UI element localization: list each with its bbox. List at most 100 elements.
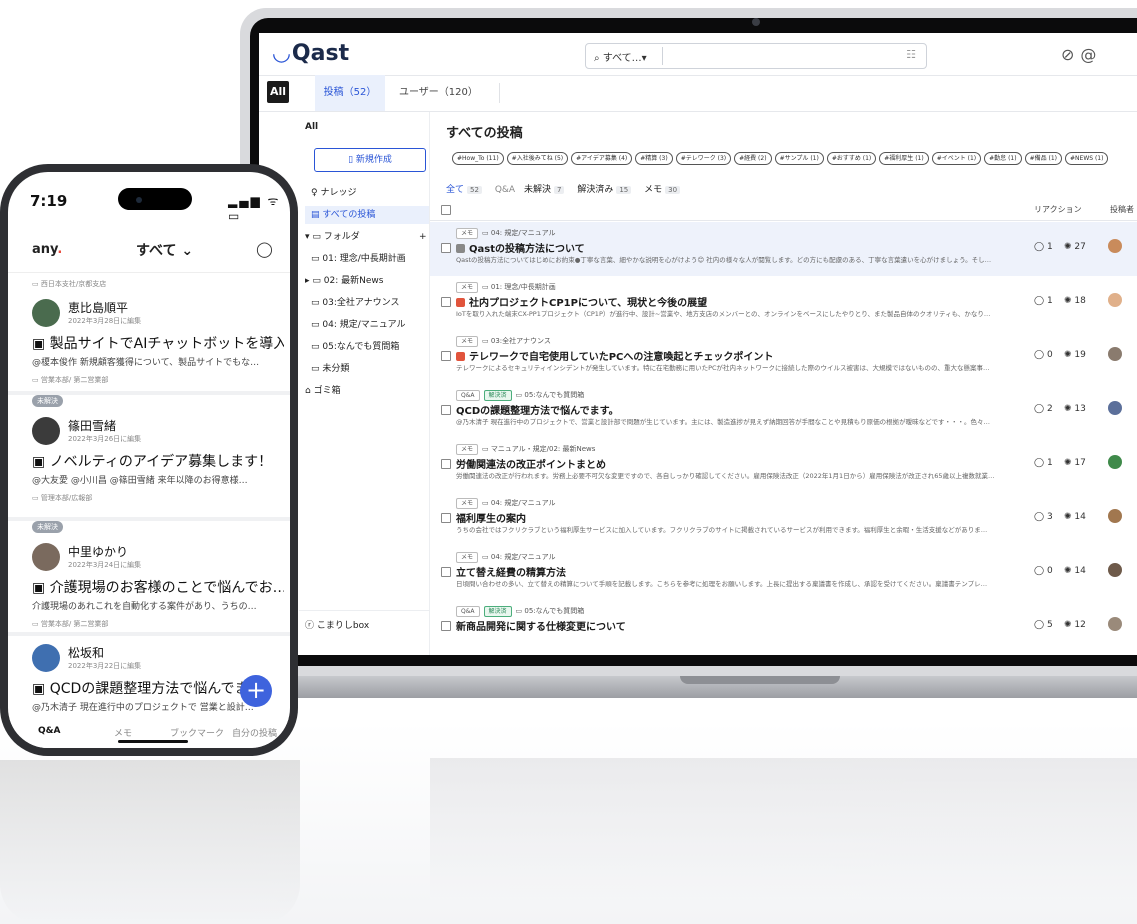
tag-chip[interactable]: #備品 (1) [1024,152,1063,165]
comment-icon: ◯ [1034,458,1047,468]
post-row[interactable]: メモ ▭ 01: 理念/中長期計画 社内プロジェクトCP1Pについて、現状と今後の展… [430,276,1137,330]
tag-chip[interactable]: #入社後みてね (5) [506,152,569,165]
folder-icon: ▭ [312,232,324,242]
add-post-fab[interactable]: + [240,675,272,707]
post-title[interactable]: 立て替え経費の精算方法 [456,564,566,579]
author-avatar[interactable] [1108,617,1122,631]
feed-title[interactable]: ▣ 介護現場のお客様のことで悩んでお… [32,577,284,597]
select-all-checkbox[interactable] [441,205,451,215]
post-row[interactable]: メモ ▭ 04: 規定/マニュアル 立て替え経費の精算方法 日頃問い合わせの多い、立て… [430,546,1137,600]
post-row[interactable]: Q&A 解決済 ▭ 05:なんでも質問箱 新商品開発に関する仕様変更について ◯ 5 ✺ … [430,600,1137,654]
post-type-badge: メモ [456,228,479,239]
author-avatar[interactable] [1108,563,1122,577]
filter-all[interactable]: 全て [446,185,464,195]
workspace-all-button[interactable]: All [267,81,289,103]
new-post-button[interactable]: ▯ 新規作成 [314,148,426,172]
search-icon[interactable]: ◯ [256,240,273,258]
notification-icon[interactable]: ⊘ [1061,45,1080,64]
comment-icon: ◯ [1034,350,1047,360]
post-checkbox[interactable] [441,351,451,361]
author-avatar[interactable] [1108,455,1122,469]
tab-posts[interactable]: 投稿（52） [315,75,385,111]
filter-unsolved[interactable]: 未解決 [524,185,551,195]
filter-count: 7 [553,186,565,194]
sidebar-item-trash[interactable]: ⌂ ゴミ箱 [305,382,341,400]
folder-icon: ▭ [482,553,491,561]
avatar[interactable] [32,644,60,672]
nav-my-posts[interactable]: 自分の投稿 [232,726,277,739]
filter-memo[interactable]: メモ [644,185,662,195]
scope-select[interactable]: すべて ⌄ [136,240,193,260]
tag-chip[interactable]: #アイデア募集 (4) [571,152,633,165]
feed-excerpt: @大友愛 @小川昌 @篠田雪緒 来年以降のお得意様… [32,476,248,486]
post-title[interactable]: 労働関連法の改正ポイントまとめ [456,456,606,471]
author-avatar[interactable] [1108,347,1122,361]
post-checkbox[interactable] [441,459,451,469]
sidebar-item-folder-03[interactable]: ▭ 03:全社アナウンス [311,294,400,312]
post-title[interactable]: テレワークで自宅使用していたPCへの注意喚起とチェックポイント [456,348,773,363]
post-title[interactable]: 新商品開発に関する仕様変更について [456,618,626,633]
post-title[interactable]: Qastの投稿方法について [456,240,585,255]
tag-chip[interactable]: #How_To (11) [452,152,504,165]
filter-solved[interactable]: 解決済み [577,185,613,195]
tag-chip[interactable]: #サンプル (1) [774,152,824,165]
sidebar-item-folder-05[interactable]: ▭ 05:なんでも質問箱 [311,338,399,356]
tab-users[interactable]: ユーザー（120） [399,75,478,111]
post-row[interactable]: メモ ▭ 03:全社アナウンス テレワークで自宅使用していたPCへの注意喚起とチェッ… [430,330,1137,384]
post-title[interactable]: QCDの課題整理方法で悩んでます。 [456,402,619,417]
post-title[interactable]: 福利厚生の案内 [456,510,526,525]
post-folder-path: マニュアル・規定/02: 最新News [490,445,596,453]
mention-icon[interactable]: @ [1080,45,1102,64]
tag-chip[interactable]: #おすすめ (1) [826,152,877,165]
post-row[interactable]: メモ ▭ 04: 規定/マニュアル 福利厚生の案内 うちの会社ではフクリクラブという福… [430,492,1137,546]
feed-item[interactable]: ▭ 西日本支社/京都支店 恵比島順平 2022年3月28日に編集 ▣ 製品サイトでAI… [8,273,290,395]
post-checkbox[interactable] [441,621,451,631]
app-logo[interactable]: ◡Qast [273,41,349,66]
filter-qa[interactable]: Q&A [495,185,515,195]
post-checkbox[interactable] [441,243,451,253]
post-checkbox[interactable] [441,297,451,307]
avatar[interactable] [32,299,60,327]
post-title[interactable]: 社内プロジェクトCP1Pについて、現状と今後の展望 [456,294,707,309]
tag-chip[interactable]: #NEWS (1) [1065,152,1109,165]
post-meta: メモ ▭ 03:全社アナウンス [456,336,551,347]
sidebar-help-box[interactable]: ⓡ こまりしbox [305,618,369,631]
nav-bookmark[interactable]: ブックマーク [170,726,224,739]
avatar[interactable] [32,543,60,571]
folder-icon: ▭ [482,283,491,291]
author-avatar[interactable] [1108,239,1122,253]
author-avatar[interactable] [1108,401,1122,415]
post-checkbox[interactable] [441,405,451,415]
author-avatar[interactable] [1108,293,1122,307]
search-scope-select[interactable]: ⌕ すべて…▾ [594,49,647,64]
sidebar-item-folder-01[interactable]: ▭ 01: 理念/中長期計画 [311,250,406,268]
feed-title[interactable]: ▣ ノベルティのアイデア募集します！ [32,451,284,471]
tag-chip[interactable]: #イベント (1) [931,152,982,165]
sidebar-item-uncategorized[interactable]: ▭ 未分類 [311,360,349,378]
post-checkbox[interactable] [441,567,451,577]
nav-memo[interactable]: メモ [114,726,132,739]
feed-item[interactable]: 未解決 中里ゆかり 2022年3月24日に編集 ▣ 介護現場のお客様のことで悩んでお…… [8,517,290,636]
sidebar-item-folders[interactable]: ▾ ▭ フォルダ [305,228,360,246]
sidebar-item-folder-04[interactable]: ▭ 04: 規定/マニュアル [311,316,405,334]
search-filter-icon[interactable]: ☷ [906,48,916,61]
tag-chip[interactable]: #テレワーク (3) [675,152,732,165]
author-avatar[interactable] [1108,509,1122,523]
feed-title[interactable]: ▣ 製品サイトでAIチャットボットを導入… [32,333,284,353]
folder-add-button[interactable]: + [419,228,427,246]
tag-chip[interactable]: #福利厚生 (1) [879,152,929,165]
sidebar-item-all-posts[interactable]: ▤ すべての投稿 [305,206,429,224]
nav-qa[interactable]: Q&A [38,726,60,736]
tag-chip[interactable]: #精算 (3) [635,152,673,165]
post-row[interactable]: Q&A 解決済 ▭ 05:なんでも質問箱 QCDの課題整理方法で悩んでます。 @乃木清子… [430,384,1137,438]
search-input[interactable]: ⌕ すべて…▾ ☷ [585,43,927,69]
sidebar-item-knowledge[interactable]: ♀ ナレッジ [311,184,356,202]
tag-chip[interactable]: #勤怠 (1) [984,152,1022,165]
feed-item[interactable]: 未解決 篠田雪緒 2022年3月26日に編集 ▣ ノベルティのアイデア募集します！ @大… [8,391,290,521]
sidebar-item-folder-02[interactable]: ▸ ▭ 02: 最新News [305,272,383,290]
post-row[interactable]: メモ ▭ 04: 規定/マニュアル Qastの投稿方法について Qastの投稿方法につ… [430,222,1137,276]
tag-chip[interactable]: #経費 (2) [734,152,772,165]
post-checkbox[interactable] [441,513,451,523]
avatar[interactable] [32,417,60,445]
post-row[interactable]: メモ ▭ マニュアル・規定/02: 最新News 労働関連法の改正ポイントまとめ 労働… [430,438,1137,492]
